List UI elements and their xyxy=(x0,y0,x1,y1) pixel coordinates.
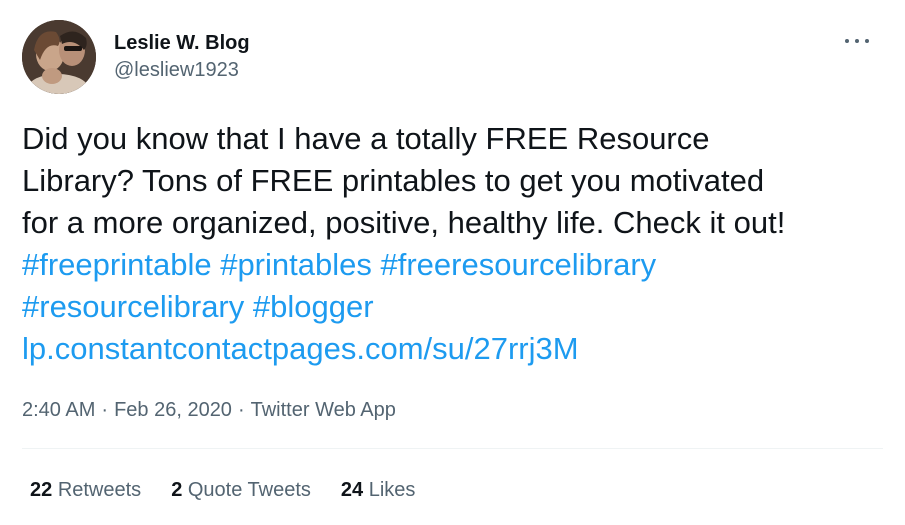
tweet-text-line: Library? Tons of FREE printables to get … xyxy=(22,163,765,198)
tweet-text: Did you know that I have a totally FREE … xyxy=(22,118,882,370)
tweet-meta: 2:40 AM · Feb 26, 2020 · Twitter Web App xyxy=(22,396,396,424)
more-horizontal-icon-dot xyxy=(865,39,869,43)
hashtag-link[interactable]: #printables xyxy=(220,247,372,282)
more-options-button[interactable] xyxy=(845,36,869,46)
hashtag-line: #freeprintable #printables #freeresource… xyxy=(22,244,882,286)
author-names: Leslie W. Blog @lesliew1923 xyxy=(114,30,250,84)
display-name[interactable]: Leslie W. Blog xyxy=(114,30,250,56)
handle[interactable]: @lesliew1923 xyxy=(114,56,250,84)
more-horizontal-icon xyxy=(845,39,849,43)
quote-tweets-count: 2 xyxy=(171,479,183,501)
tweet-stats: 22 Retweets 2 Quote Tweets 24 Likes xyxy=(30,476,445,504)
quote-tweets-label: Quote Tweets xyxy=(187,479,311,501)
avatar-photo xyxy=(22,20,96,94)
tweet-header: Leslie W. Blog @lesliew1923 xyxy=(22,20,250,94)
avatar[interactable] xyxy=(22,20,96,94)
tweet-text-line: Did you know that I have a totally FREE … xyxy=(22,121,710,156)
tweet-time[interactable]: 2:40 AM xyxy=(22,399,95,421)
likes-count: 24 xyxy=(340,479,364,501)
hashtag-link[interactable]: #blogger xyxy=(253,289,374,324)
retweets-stat[interactable]: 22 Retweets xyxy=(30,476,141,504)
url-link[interactable]: lp.constantcontactpages.com/su/27rrj3M xyxy=(22,331,579,366)
tweet-card: Leslie W. Blog @lesliew1923 Did you know… xyxy=(0,0,905,525)
meta-separator: · xyxy=(237,399,245,421)
quote-tweets-stat[interactable]: 2 Quote Tweets xyxy=(171,476,311,504)
tweet-text-line: for a more organized, positive, healthy … xyxy=(22,205,786,240)
more-horizontal-icon-dot xyxy=(855,39,859,43)
meta-separator: · xyxy=(101,399,109,421)
url-line: lp.constantcontactpages.com/su/27rrj3M xyxy=(22,328,882,370)
retweets-count: 22 xyxy=(30,479,53,501)
likes-stat[interactable]: 24 Likes xyxy=(341,476,416,504)
retweets-label: Retweets xyxy=(57,479,142,501)
hashtag-link[interactable]: #freeresourcelibrary xyxy=(380,247,656,282)
tweet-date[interactable]: Feb 26, 2020 xyxy=(114,399,232,421)
tweet-source[interactable]: Twitter Web App xyxy=(251,399,396,421)
divider xyxy=(22,448,883,449)
likes-label: Likes xyxy=(368,479,416,501)
hashtag-line: #resourcelibrary #blogger xyxy=(22,286,882,328)
hashtag-link[interactable]: #freeprintable xyxy=(22,247,212,282)
hashtag-link[interactable]: #resourcelibrary xyxy=(22,289,244,324)
